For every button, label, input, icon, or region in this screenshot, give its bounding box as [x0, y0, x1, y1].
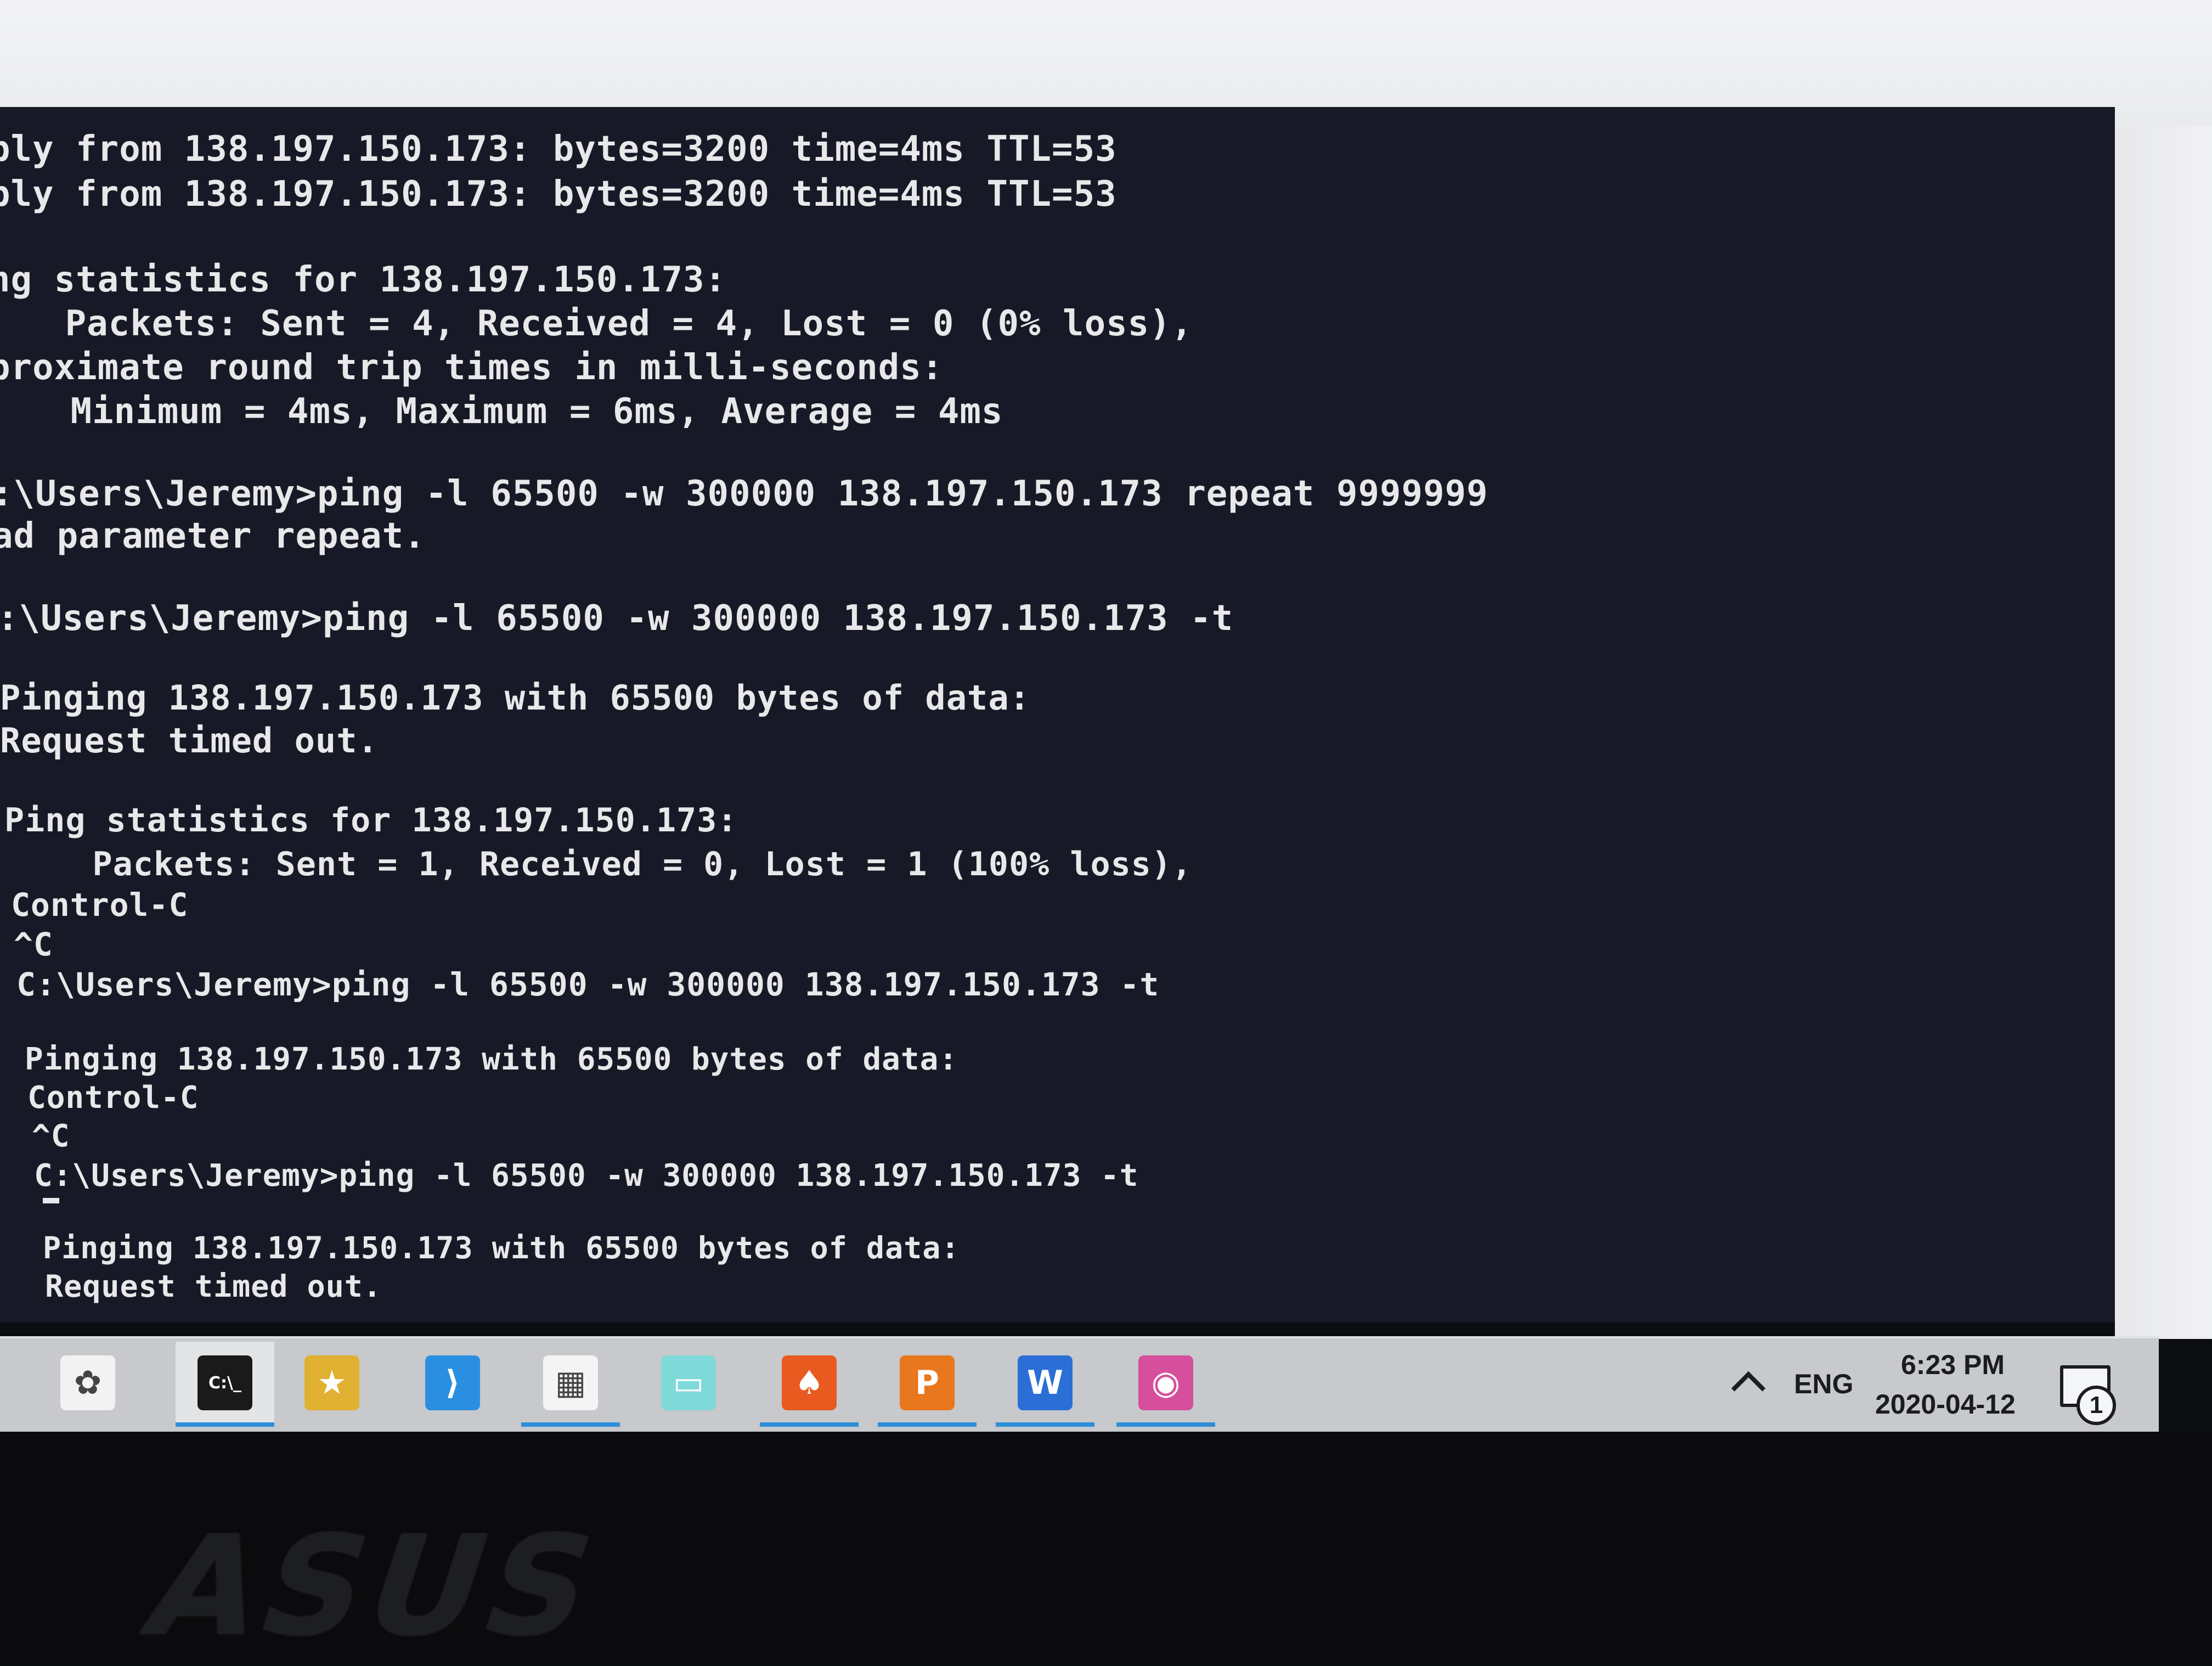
visual-studio-code-icon[interactable]: ⟩: [425, 1355, 480, 1410]
command-prompt-window[interactable]: ply from 138.197.150.173: bytes=3200 tim…: [0, 107, 2115, 1322]
console-line: Control-C: [11, 886, 189, 924]
taskbar-running-indicator: [878, 1422, 977, 1427]
taskbar-running-indicator: [1116, 1422, 1215, 1427]
wireless-app-icon[interactable]: ◉: [1138, 1355, 1193, 1410]
console-line: C:\Users\Jeremy>ping -l 65500 -w 300000 …: [16, 966, 1160, 1003]
console-line: Pinging 138.197.150.173 with 65500 bytes…: [0, 678, 1031, 718]
console-line: ng statistics for 138.197.150.173:: [0, 260, 727, 300]
chat-app-icon[interactable]: ▭: [661, 1355, 716, 1410]
background-window-edge: [2115, 126, 2212, 1339]
text-cursor: [43, 1198, 59, 1203]
command-prompt-icon[interactable]: C:\_: [198, 1355, 252, 1410]
taskbar-running-indicator: [760, 1422, 859, 1427]
language-indicator[interactable]: ENG: [1794, 1368, 1853, 1400]
poker-app-icon[interactable]: ♠: [782, 1355, 837, 1410]
taskbar-running-indicator: [996, 1422, 1094, 1427]
console-line: Minimum = 4ms, Maximum = 6ms, Average = …: [5, 391, 1003, 432]
photo-scene: ply from 138.197.150.173: bytes=3200 tim…: [0, 0, 2212, 1666]
taskbar-running-indicator: [176, 1422, 274, 1427]
calculator-icon[interactable]: ▦: [543, 1355, 598, 1410]
console-line: Packets: Sent = 4, Received = 4, Lost = …: [0, 303, 1193, 344]
word-icon[interactable]: W: [1018, 1355, 1073, 1410]
console-line: ad parameter repeat.: [0, 516, 426, 556]
console-line: Packets: Sent = 1, Received = 0, Lost = …: [11, 845, 1193, 883]
console-line: ply from 138.197.150.173: bytes=3200 tim…: [0, 129, 1117, 170]
console-line: Ping statistics for 138.197.150.173:: [4, 801, 738, 840]
console-line: Pinging 138.197.150.173 with 65500 bytes…: [43, 1230, 960, 1265]
console-line: C:\Users\Jeremy>ping -l 65500 -w 300000 …: [34, 1158, 1139, 1194]
clock-time[interactable]: 6:23 PM: [1901, 1349, 2005, 1381]
console-line: ^C: [32, 1118, 70, 1154]
console-line: Control-C: [27, 1080, 199, 1116]
console-line: ply from 138.197.150.173: bytes=3200 tim…: [0, 174, 1117, 215]
powerpoint-icon[interactable]: P: [900, 1355, 955, 1410]
console-line: proximate round trip times in milli-seco…: [0, 347, 944, 388]
console-output[interactable]: ply from 138.197.150.173: bytes=3200 tim…: [0, 107, 2115, 1322]
console-line: Pinging 138.197.150.173 with 65500 bytes…: [25, 1042, 958, 1077]
anime-app-icon[interactable]: ★: [304, 1355, 359, 1410]
taskbar-running-indicator: [521, 1422, 620, 1427]
clock-date[interactable]: 2020-04-12: [1875, 1388, 2016, 1420]
notification-badge: 1: [2076, 1386, 2116, 1425]
console-line: :\Users\Jeremy>ping -l 65500 -w 300000 1…: [0, 598, 1234, 639]
monitor-brand-logo: ASUS: [127, 1506, 621, 1666]
console-line: ^C: [14, 926, 53, 963]
pinned-app-icon[interactable]: ✿: [60, 1355, 115, 1410]
console-line: Request timed out.: [0, 721, 379, 761]
console-line: Request timed out.: [45, 1269, 382, 1304]
console-line: :\Users\Jeremy>ping -l 65500 -w 300000 1…: [0, 474, 1488, 514]
